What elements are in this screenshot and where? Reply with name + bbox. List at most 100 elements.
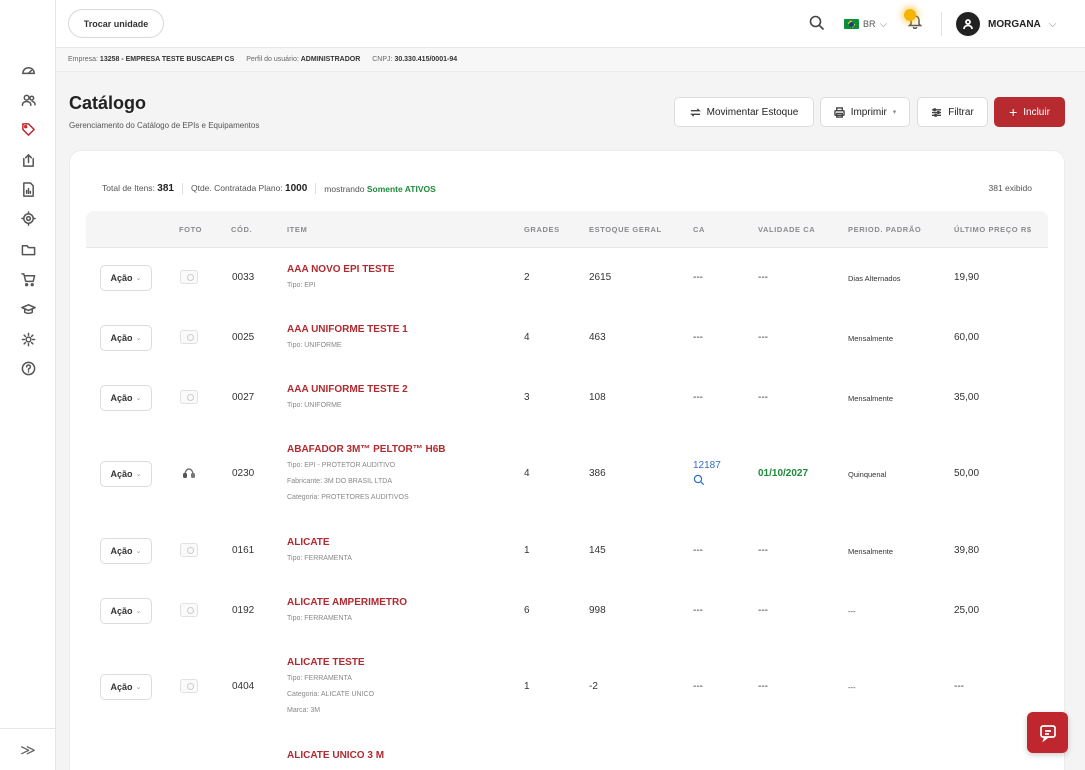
- row-period: Dias Alternados: [848, 274, 901, 283]
- filter-icon: [932, 107, 942, 117]
- col-period[interactable]: PERIOD. PADRÃO: [848, 225, 921, 234]
- row-period: Quinquenal: [848, 470, 887, 479]
- col-item[interactable]: ITEM: [287, 225, 307, 234]
- product-photo[interactable]: [180, 466, 198, 480]
- catalog-card: Total de Itens: 381 Qtde. Contratada Pla…: [69, 150, 1065, 770]
- row-preco: 25,00: [954, 605, 980, 616]
- add-item-button[interactable]: + Incluir: [994, 97, 1065, 127]
- notifications-button[interactable]: [904, 9, 925, 31]
- row-cod: 0033: [232, 272, 255, 283]
- perfil-info: Perfil do usuário: ADMINISTRADOR: [246, 56, 361, 63]
- chevron-down-icon: ▾: [892, 109, 897, 116]
- page-title: Catálogo: [69, 93, 147, 113]
- col-validade[interactable]: VALIDADE CA: [758, 225, 815, 234]
- row-cod: 0025: [232, 332, 255, 343]
- row-action-button[interactable]: Ação ⌄: [100, 538, 152, 564]
- chip-icon[interactable]: [19, 209, 37, 227]
- move-stock-button[interactable]: Movimentar Estoque: [674, 97, 814, 127]
- tag-icon[interactable]: [19, 120, 37, 138]
- item-name-link[interactable]: ALICATE AMPERIMETRO: [287, 597, 407, 608]
- row-ca: ---: [693, 332, 703, 343]
- row-action-button[interactable]: Ação ⌄: [100, 461, 152, 487]
- item-name-link[interactable]: AAA NOVO EPI TESTE: [287, 264, 394, 275]
- photo-placeholder: [180, 390, 198, 404]
- row-grades: 6: [524, 605, 530, 616]
- chat-support-button[interactable]: [1027, 712, 1068, 753]
- row-grades: 3: [524, 392, 530, 403]
- catalog-summary: Total de Itens: 381 Qtde. Contratada Pla…: [102, 183, 436, 194]
- row-ca: ---: [693, 272, 703, 283]
- row-preco: 60,00: [954, 332, 980, 343]
- col-estoque[interactable]: ESTOQUE GERAL: [589, 225, 662, 234]
- report-icon[interactable]: [19, 180, 37, 198]
- row-validade: ---: [758, 332, 768, 343]
- printer-icon: [833, 106, 845, 118]
- company-info-bar: Empresa: 13258 - EMPRESA TESTE BUSCAEPI …: [56, 48, 1085, 72]
- row-ca: ---: [693, 545, 703, 556]
- row-grades: 4: [524, 332, 530, 343]
- topbar-divider: [941, 12, 942, 36]
- row-validade: ---: [758, 605, 768, 616]
- items-shown-count: 381 exibido: [988, 183, 1032, 193]
- row-preco: 35,00: [954, 392, 980, 403]
- col-grades[interactable]: GRADES: [524, 225, 560, 234]
- item-name-link[interactable]: AAA UNIFORME TESTE 1: [287, 324, 408, 335]
- row-cod: 0027: [232, 392, 255, 403]
- table-row: Ação ⌄ 0192 ALICATE AMPERIMETRO Tipo: FER…: [86, 581, 1048, 641]
- earmuff-image: [183, 468, 195, 478]
- col-cod[interactable]: CÓD.: [231, 225, 252, 234]
- upload-icon[interactable]: [19, 151, 37, 169]
- photo-placeholder: [180, 270, 198, 284]
- folder-icon[interactable]: [19, 240, 37, 258]
- switch-unit-button[interactable]: Trocar unidade: [68, 9, 164, 38]
- item-type: Tipo: EPI - PROTETOR AUDITIVO: [287, 462, 396, 469]
- row-action-button[interactable]: Ação ⌄: [100, 265, 152, 291]
- language-label: BR: [863, 19, 876, 29]
- user-menu[interactable]: MORGANA ⌵: [956, 11, 1056, 37]
- item-name-link[interactable]: ALICATE UNICO 3 M: [287, 750, 384, 761]
- language-selector[interactable]: BR ⌵: [844, 15, 887, 33]
- col-preco[interactable]: ÚLTIMO PREÇO R$: [954, 225, 1032, 234]
- row-action-button[interactable]: Ação ⌄: [100, 385, 152, 411]
- table-row: Ação ⌄ 0033 AAA NOVO EPI TESTE Tipo: EPI …: [86, 248, 1048, 308]
- row-period: ---: [848, 607, 856, 616]
- row-estoque: 998: [589, 605, 606, 616]
- row-action-button[interactable]: Ação ⌄: [100, 598, 152, 624]
- row-preco: 39,80: [954, 545, 980, 556]
- print-button[interactable]: Imprimir ▾: [820, 97, 910, 127]
- chat-icon: [1039, 724, 1056, 742]
- help-icon[interactable]: [19, 359, 37, 377]
- item-name-link[interactable]: ABAFADOR 3M™ PELTOR™ H6B: [287, 444, 446, 455]
- row-action-button[interactable]: Ação ⌄: [100, 325, 152, 351]
- ca-link[interactable]: 12187: [693, 460, 721, 471]
- filter-button[interactable]: Filtrar: [917, 97, 988, 127]
- row-validade: ---: [758, 545, 768, 556]
- plus-icon: +: [1009, 104, 1018, 120]
- row-period: Mensalmente: [848, 547, 894, 556]
- graduation-icon[interactable]: [19, 300, 37, 318]
- item-type: Tipo: FERRAMENTA: [287, 615, 352, 622]
- item-name-link[interactable]: ALICATE: [287, 537, 330, 548]
- search-icon[interactable]: [809, 15, 825, 31]
- expand-sidebar-icon[interactable]: ≫: [0, 728, 56, 770]
- item-type: Tipo: FERRAMENTA: [287, 675, 352, 682]
- ca-search-icon[interactable]: [693, 474, 705, 489]
- users-icon[interactable]: [19, 91, 37, 109]
- table-row: Ação ⌄ 0404 ALICATE TESTE Tipo: FERRAMENT…: [86, 641, 1048, 736]
- row-period: Mensalmente: [848, 334, 894, 343]
- row-action-button[interactable]: Ação ⌄: [100, 674, 152, 700]
- settings-icon[interactable]: [19, 330, 37, 348]
- row-grades: 1: [524, 681, 530, 692]
- item-type: Tipo: UNIFORME: [287, 402, 342, 409]
- row-estoque: 2615: [589, 272, 612, 283]
- row-ca: ---: [693, 681, 703, 692]
- brazil-flag-icon: [844, 19, 859, 29]
- cart-icon[interactable]: [19, 270, 37, 288]
- table-row: Ação ⌄ 0027 AAA UNIFORME TESTE 2 Tipo: UN…: [86, 368, 1048, 428]
- dashboard-icon[interactable]: [19, 61, 37, 79]
- item-name-link[interactable]: AAA UNIFORME TESTE 2: [287, 384, 408, 395]
- item-type: Tipo: EPI: [287, 282, 316, 289]
- col-ca[interactable]: CA: [693, 225, 705, 234]
- item-name-link[interactable]: ALICATE TESTE: [287, 657, 365, 668]
- row-grades: 1: [524, 545, 530, 556]
